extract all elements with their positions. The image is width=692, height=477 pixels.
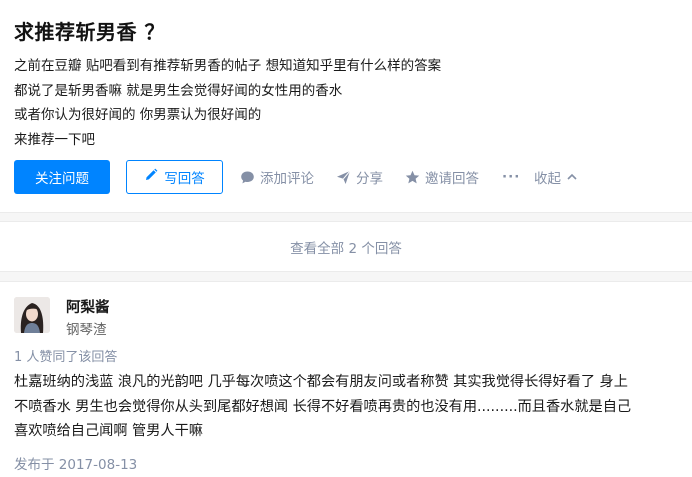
question-body-line: 或者你认为很好闻的 你男票认为很好闻的 bbox=[14, 107, 262, 123]
more-options-button[interactable]: ··· bbox=[502, 160, 520, 194]
answer-text-line: 杜嘉班纳的浅蓝 浪凡的光韵吧 几乎每次喷这个都会有朋友问或者称赞 其实我觉得长得… bbox=[14, 374, 628, 390]
answer-card: 阿梨酱 钢琴渣 1 人赞同了该回答 杜嘉班纳的浅蓝 浪凡的光韵吧 几乎每次喷这个… bbox=[0, 281, 692, 477]
question-actions: 关注问题 写回答 添加评论 分享 邀请回答 ··· 收起 bbox=[14, 160, 684, 194]
question-card: 求推荐斩男香 ？ 之前在豆瓣 贴吧看到有推荐斩男香的帖子 想知道知乎里有什么样的… bbox=[0, 0, 692, 213]
zhihu-question-page: 求推荐斩男香 ？ 之前在豆瓣 贴吧看到有推荐斩男香的帖子 想知道知乎里有什么样的… bbox=[0, 0, 692, 477]
follow-question-button[interactable]: 关注问题 bbox=[14, 160, 110, 194]
share-label: 分享 bbox=[356, 171, 383, 187]
view-all-answers-bar: 查看全部 2 个回答 bbox=[0, 221, 692, 272]
view-all-answers-link[interactable]: 查看全部 2 个回答 bbox=[290, 237, 402, 257]
question-body-line: 之前在豆瓣 贴吧看到有推荐斩男香的帖子 想知道知乎里有什么样的答案 bbox=[14, 58, 442, 74]
pen-icon bbox=[144, 168, 158, 186]
paper-plane-icon bbox=[336, 170, 351, 185]
answer-text-line: 不喷香水 男生也会觉得你从头到尾都好想闻 长得不好看喷再贵的也没有用......… bbox=[14, 398, 632, 415]
star-icon bbox=[405, 170, 420, 185]
author-name[interactable]: 阿梨酱 bbox=[66, 296, 110, 317]
write-answer-button[interactable]: 写回答 bbox=[126, 160, 223, 194]
follow-question-label: 关注问题 bbox=[35, 171, 89, 187]
author-bio: 钢琴渣 bbox=[66, 322, 107, 338]
question-body: 之前在豆瓣 贴吧看到有推荐斩男香的帖子 想知道知乎里有什么样的答案 都说了是斩男… bbox=[14, 54, 674, 152]
add-comment-button[interactable]: 添加评论 bbox=[240, 160, 314, 194]
share-button[interactable]: 分享 bbox=[336, 160, 383, 194]
question-title: 求推荐斩男香 ？ bbox=[14, 20, 165, 44]
invite-answer-button[interactable]: 邀请回答 bbox=[405, 160, 479, 194]
collapse-label: 收起 bbox=[534, 171, 561, 187]
answer-content: 杜嘉班纳的浅蓝 浪凡的光韵吧 几乎每次喷这个都会有朋友问或者称赞 其实我觉得长得… bbox=[14, 370, 678, 444]
add-comment-label: 添加评论 bbox=[260, 171, 314, 187]
vote-count-info: 1 人赞同了该回答 bbox=[14, 350, 118, 365]
question-body-line: 都说了是斩男香嘛 就是男生会觉得好闻的女性用的香水 bbox=[14, 82, 343, 99]
comment-bubble-icon bbox=[240, 170, 255, 185]
avatar[interactable] bbox=[14, 297, 50, 333]
publish-date[interactable]: 发布于 2017-08-13 bbox=[14, 453, 137, 473]
collapse-button[interactable]: 收起 bbox=[534, 160, 578, 194]
chevron-up-icon bbox=[566, 171, 578, 183]
answer-text-line: 喜欢喷给自己闻啊 管男人干嘛 bbox=[14, 423, 203, 439]
invite-answer-label: 邀请回答 bbox=[425, 171, 479, 187]
more-options-label: ··· bbox=[502, 169, 521, 185]
question-body-line: 来推荐一下吧 bbox=[14, 131, 95, 148]
write-answer-label: 写回答 bbox=[164, 171, 205, 187]
